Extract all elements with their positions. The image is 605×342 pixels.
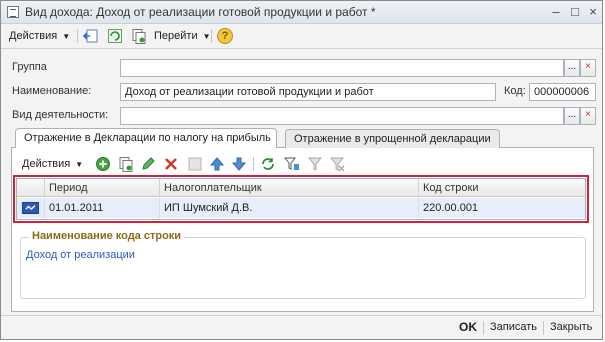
group-label: Группа — [12, 61, 47, 73]
line-name-group — [20, 237, 586, 299]
filter-icon[interactable] — [284, 156, 300, 172]
code-field[interactable]: 000000006 — [529, 83, 596, 101]
goto-menu-label: Перейти — [154, 30, 198, 42]
chevron-down-icon: ▼ — [75, 160, 84, 169]
copy-row-icon[interactable] — [118, 156, 134, 172]
delete-row-icon[interactable] — [163, 156, 179, 172]
move-down-icon[interactable] — [231, 156, 247, 172]
line-name-group-title: Наименование кода строки — [29, 230, 185, 242]
activity-field[interactable] — [120, 107, 564, 125]
bottom-bar: OK Записать Закрыть — [1, 315, 602, 340]
close-button[interactable]: Закрыть — [550, 321, 592, 333]
toolbar-separator — [253, 157, 254, 171]
save-and-close-icon[interactable] — [83, 28, 99, 44]
save-button[interactable]: Записать — [490, 321, 537, 333]
form-icon — [7, 6, 19, 18]
actions-menu[interactable]: Действия ▼ — [9, 27, 70, 45]
copy-document-icon[interactable] — [131, 28, 147, 44]
tab-simplified-declaration[interactable]: Отражение в упрощенной декларации — [285, 129, 500, 148]
move-up-icon[interactable] — [209, 156, 225, 172]
button-separator — [543, 321, 544, 335]
close-window-button[interactable]: × — [585, 4, 601, 20]
refresh-icon[interactable] — [107, 28, 123, 44]
grid-actions-label: Действия — [22, 158, 71, 170]
name-field[interactable]: Доход от реализации готовой продукции и … — [120, 83, 496, 101]
edit-row-icon[interactable] — [140, 156, 156, 172]
grid-actions-menu[interactable]: Действия ▼ — [22, 155, 83, 173]
help-icon[interactable]: ? — [217, 28, 233, 44]
edit-row-marker-icon — [22, 202, 39, 214]
end-edit-icon — [188, 157, 202, 171]
clear-icon[interactable]: × — [580, 59, 596, 77]
cell-period[interactable]: 01.01.2011 — [45, 198, 160, 218]
toolbar-separator — [77, 29, 78, 43]
ok-button[interactable]: OK — [459, 320, 477, 334]
refresh-icon[interactable] — [260, 156, 276, 172]
clear-icon[interactable]: × — [580, 107, 596, 125]
tax-table: Период Налогоплательщик Код строки 01.01… — [16, 178, 586, 220]
add-row-icon[interactable] — [95, 156, 111, 172]
column-header-period[interactable]: Период — [45, 179, 160, 197]
main-toolbar: Действия ▼ Перейти ▼ ? — [1, 24, 602, 49]
minimize-button[interactable]: – — [548, 4, 564, 20]
window-title: Вид дохода: Доход от реализации готовой … — [25, 5, 376, 19]
maximize-button[interactable]: □ — [567, 4, 583, 20]
filter-by-value-icon — [307, 157, 323, 171]
button-separator — [483, 321, 484, 335]
cell-taxpayer[interactable]: ИП Шумский Д.В. — [160, 198, 419, 218]
clear-filter-icon — [329, 157, 345, 172]
column-header-line-code[interactable]: Код строки — [419, 179, 585, 197]
tab-profit-declaration[interactable]: Отражение в Декларации по налогу на приб… — [15, 128, 277, 148]
goto-menu[interactable]: Перейти ▼ — [154, 27, 211, 45]
name-label: Наименование: — [12, 85, 92, 97]
line-name-value[interactable]: Доход от реализации — [26, 249, 135, 261]
cell-line-code[interactable]: 220.00.001 — [419, 198, 585, 218]
chevron-down-icon: ▼ — [62, 32, 71, 41]
activity-label: Вид деятельности: — [12, 109, 109, 121]
actions-menu-label: Действия — [9, 30, 58, 42]
toolbar-separator — [211, 29, 212, 43]
column-header-taxpayer[interactable]: Налогоплательщик — [160, 179, 419, 197]
chevron-down-icon: ▼ — [202, 32, 211, 41]
activity-select-button[interactable]: ... — [564, 107, 580, 125]
group-field[interactable] — [120, 59, 564, 77]
code-label: Код: — [504, 85, 526, 97]
document-window: Вид дохода: Доход от реализации готовой … — [0, 0, 603, 340]
row-marker — [17, 198, 45, 218]
group-select-button[interactable]: ... — [564, 59, 580, 77]
row-marker-header — [17, 179, 45, 197]
title-bar: Вид дохода: Доход от реализации готовой … — [1, 1, 602, 24]
